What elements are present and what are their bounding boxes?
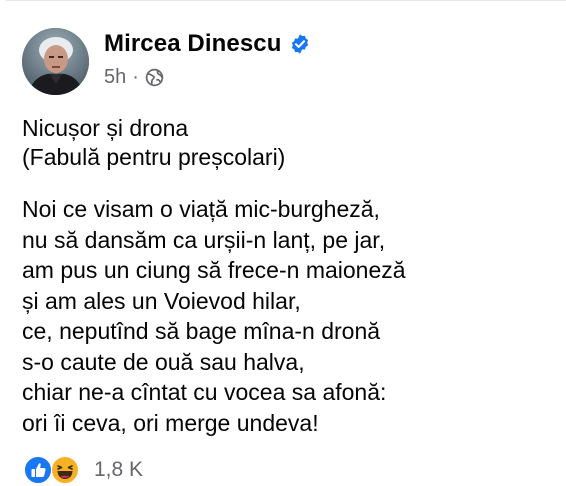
globe-icon[interactable] (145, 68, 164, 87)
poem-line: s-o caute de ouă sau halva, (22, 348, 305, 375)
poem-line: ce, neputînd să bage mîna-n dronă (22, 318, 381, 344)
poem-line: Noi ce visam o viață mic-burgheză, (22, 196, 380, 222)
poem-line: nu să dansăm ca urșii-n lanț, pe jar, (22, 226, 386, 253)
avatar-photo (22, 28, 89, 95)
author-row: Mircea Dinescu (104, 28, 311, 60)
reaction-icons (24, 455, 86, 485)
poem-line: ori îi ceva, ori merge undeva! (22, 409, 319, 436)
haha-icon (51, 456, 79, 484)
subtitle-line: (Fabulă pentru preșcolari) (22, 144, 286, 170)
like-icon (24, 456, 52, 484)
top-divider (6, 0, 566, 1)
reaction-count[interactable]: 1,8 K (94, 458, 143, 482)
poem-line: chiar ne-a cîntat cu vocea sa afonă: (22, 379, 387, 405)
title-line: Nicușor și drona (22, 115, 189, 141)
poem-text: Noi ce visam o viață mic-burgheză, nu să… (22, 194, 552, 438)
author-name[interactable]: Mircea Dinescu (104, 30, 281, 58)
reactions-summary[interactable]: 1,8 K (24, 455, 143, 485)
author-avatar[interactable] (22, 28, 89, 95)
post-meta: 5h · (104, 66, 164, 89)
post-body: Nicușor și drona (Fabulă pentru preșcola… (22, 114, 552, 438)
poem-line: și am ales un Voievod hilar, (22, 287, 301, 314)
post-title: Nicușor și drona (Fabulă pentru preșcola… (22, 114, 552, 172)
meta-separator: · (132, 66, 139, 88)
verified-badge-icon (289, 33, 311, 55)
post-time[interactable]: 5h (104, 66, 126, 89)
poem-line: am pus un ciung să frece-n maioneză (22, 257, 406, 283)
